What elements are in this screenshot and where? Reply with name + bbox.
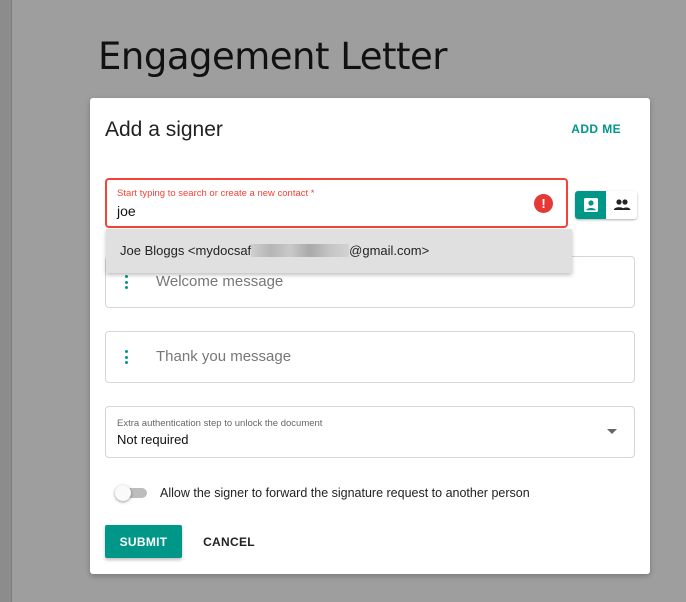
more-vert-icon[interactable] xyxy=(125,275,129,291)
switch-thumb xyxy=(115,485,131,501)
add-signer-dialog: Add a signer ADD ME Start typing to sear… xyxy=(90,98,650,574)
group-people-icon xyxy=(613,199,630,210)
thank-you-message-field[interactable]: Thank you message xyxy=(105,331,635,383)
cancel-button[interactable]: CANCEL xyxy=(193,525,265,558)
add-me-button[interactable]: ADD ME xyxy=(571,122,621,136)
forward-permission-label: Allow the signer to forward the signatur… xyxy=(160,486,530,500)
authentication-select[interactable]: Extra authentication step to unlock the … xyxy=(105,406,635,458)
authentication-label: Extra authentication step to unlock the … xyxy=(117,418,323,429)
thank-you-message-placeholder: Thank you message xyxy=(156,348,292,365)
contact-search-input[interactable]: joe xyxy=(117,203,136,219)
contact-suggestion-text[interactable]: Joe Bloggs <mydocsaf @gmail.com> xyxy=(120,243,429,258)
welcome-message-placeholder: Welcome message xyxy=(156,273,284,290)
exclamation-icon: ! xyxy=(534,194,553,213)
more-vert-icon[interactable] xyxy=(125,350,129,366)
signer-type-toggle[interactable] xyxy=(575,191,637,219)
contact-search-field[interactable]: Start typing to search or create a new c… xyxy=(105,178,568,228)
left-rail xyxy=(0,0,12,602)
contact-suggestion[interactable]: Joe Bloggs <mydocsaf @gmail.com> xyxy=(106,229,572,273)
authentication-value[interactable]: Not required xyxy=(117,432,189,447)
page: Engagement Letter Add a signer ADD ME St… xyxy=(0,0,686,602)
suggestion-suffix: @gmail.com> xyxy=(349,243,430,258)
single-person-button[interactable] xyxy=(575,191,606,219)
submit-button[interactable]: SUBMIT xyxy=(105,525,182,558)
redacted-email-part xyxy=(251,244,350,257)
contact-search-label: Start typing to search or create a new c… xyxy=(117,188,315,199)
suggestion-prefix: Joe Bloggs <mydocsaf xyxy=(120,243,252,258)
dialog-title: Add a signer xyxy=(105,118,223,141)
dropdown-arrow-icon[interactable] xyxy=(607,429,617,434)
group-people-button[interactable] xyxy=(606,191,637,219)
document-title: Engagement Letter xyxy=(98,35,447,78)
single-person-icon xyxy=(583,198,598,212)
forward-toggle-switch[interactable] xyxy=(115,485,149,501)
